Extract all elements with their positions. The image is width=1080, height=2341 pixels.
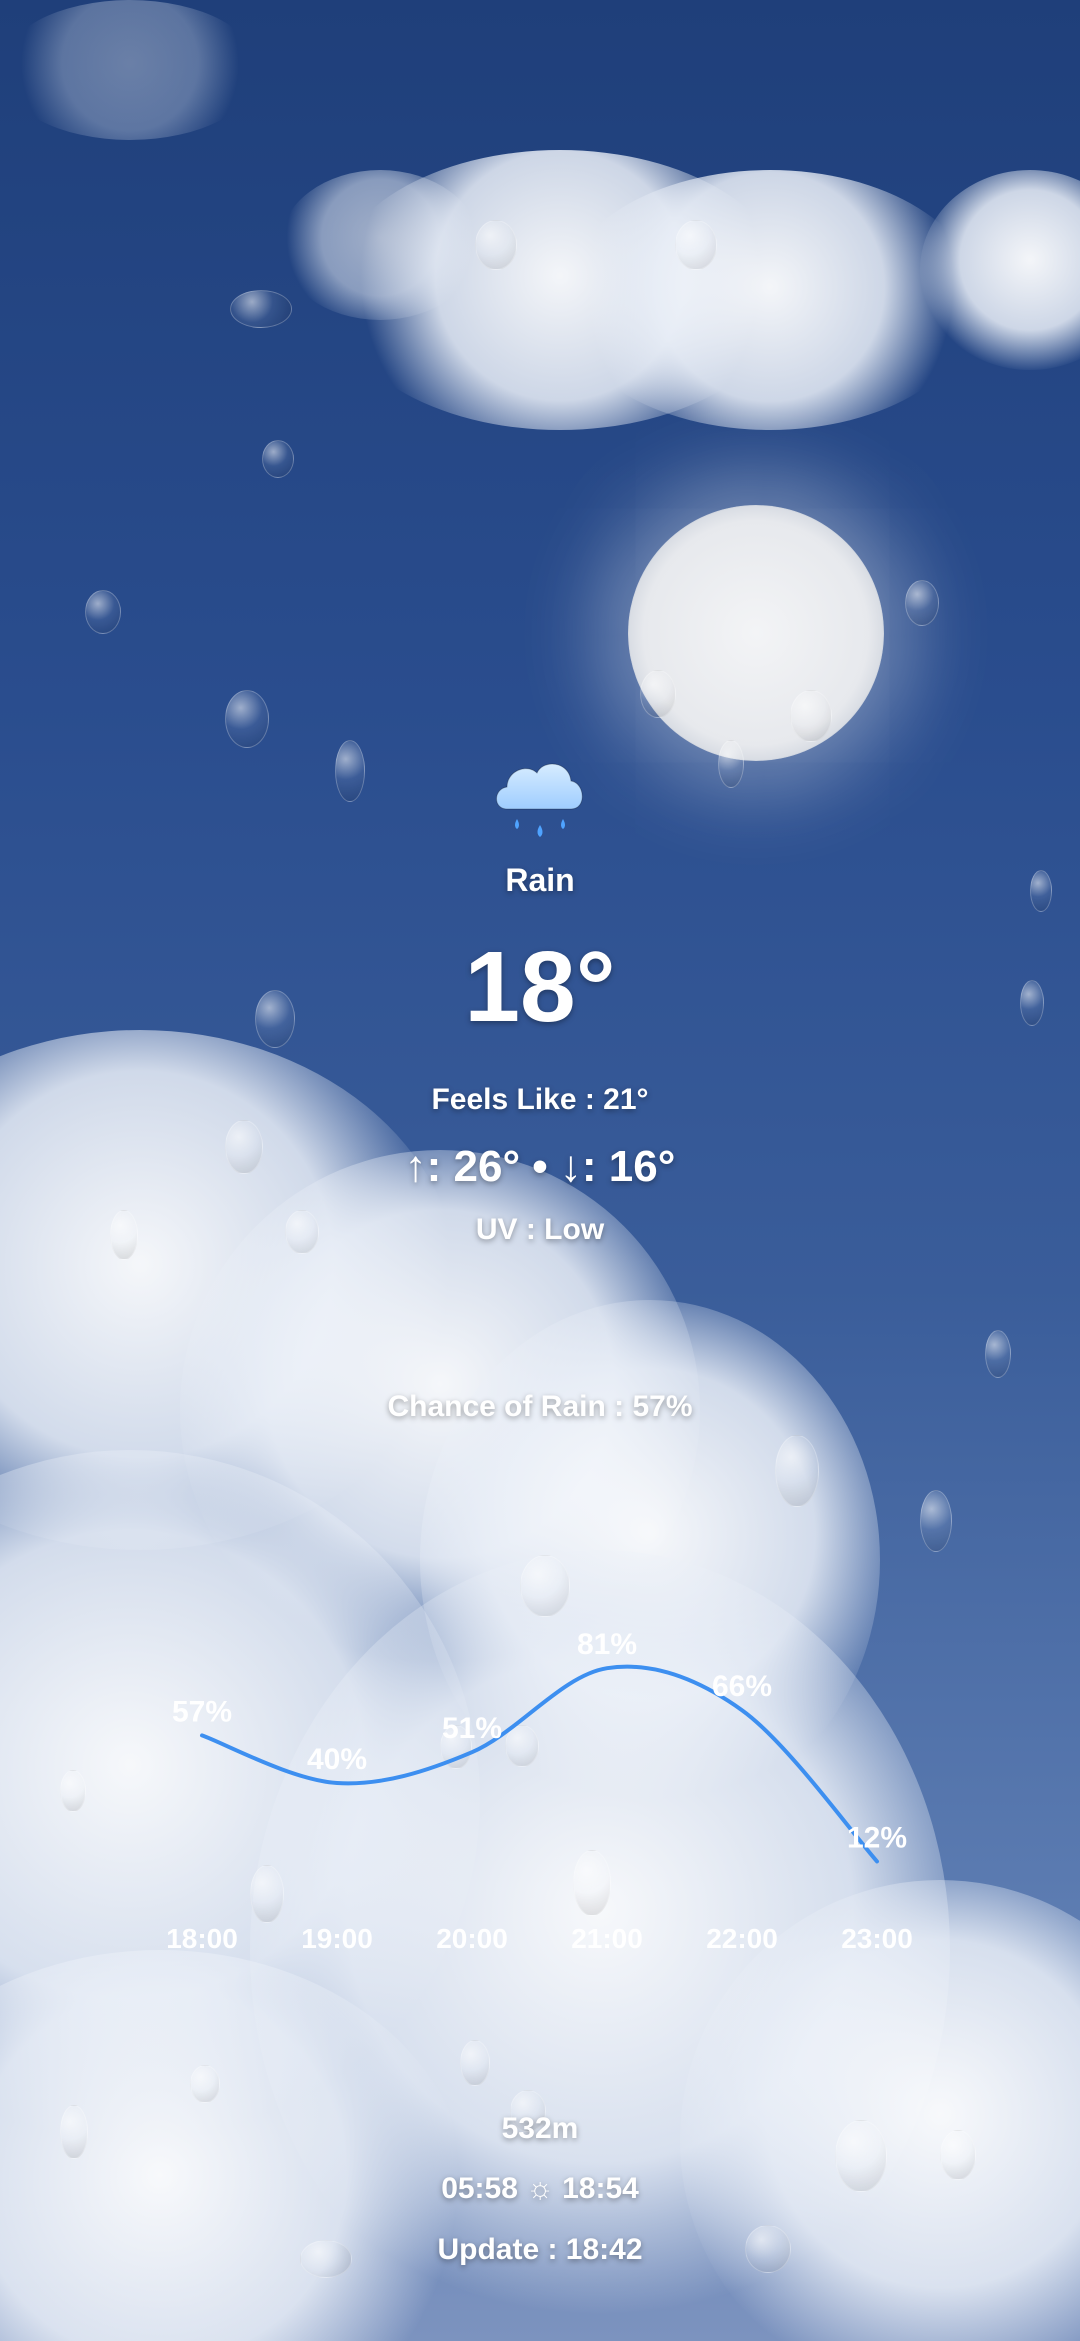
x-tick-label: 22:00 [706,1923,778,1954]
hourly-rain-chance-chart: 57% 18:00 40% 19:00 51% 20:00 81% 21:00 66% 22:00… [166,1628,913,1954]
temperature-value: 18° [464,931,616,1043]
rain-chance-line [200,1664,879,1864]
high-low-temperature: ↑: 26° • ↓: 16° [404,1142,676,1191]
sunrise-sunset-label: 05:58 ☼ 18:54 [441,2172,639,2205]
data-label: 51% [442,1712,502,1745]
data-label: 57% [172,1695,232,1728]
x-tick-label: 23:00 [841,1923,913,1954]
data-label: 81% [577,1628,637,1661]
data-label: 66% [712,1670,772,1703]
data-label: 40% [307,1743,367,1776]
chance-of-rain-label: Chance of Rain : 57% [387,1390,693,1423]
last-update-label: Update : 18:42 [437,2233,643,2266]
x-tick-label: 18:00 [166,1923,238,1954]
uv-index-label: UV : Low [475,1213,605,1246]
rain-cloud-icon [496,763,583,837]
sun-image [628,505,884,761]
condition-label: Rain [505,862,575,898]
altitude-label: 532m [501,2112,579,2145]
x-tick-label: 19:00 [301,1923,373,1954]
data-label: 12% [847,1821,907,1854]
x-tick-label: 20:00 [436,1923,508,1954]
x-tick-label: 21:00 [571,1923,643,1954]
feels-like-label: Feels Like : 21° [431,1083,649,1116]
